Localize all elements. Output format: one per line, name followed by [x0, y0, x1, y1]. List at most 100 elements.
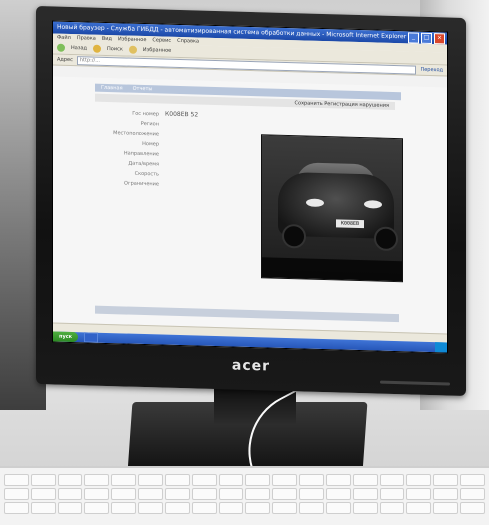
key[interactable]	[57, 488, 83, 500]
key[interactable]	[191, 502, 217, 514]
key[interactable]	[111, 474, 137, 486]
page-footer-bar	[95, 305, 399, 323]
key[interactable]	[299, 474, 324, 486]
value-limit	[165, 180, 255, 193]
tab-reports[interactable]: Отчеты	[133, 85, 153, 94]
key[interactable]	[4, 488, 29, 500]
keyboard	[0, 466, 489, 525]
window-controls: _ □ ×	[408, 31, 447, 45]
key[interactable]	[406, 474, 432, 486]
photo-caption	[262, 257, 402, 282]
key[interactable]	[218, 474, 244, 486]
key[interactable]	[433, 474, 459, 486]
key[interactable]	[57, 474, 83, 486]
menu-help[interactable]: Справка	[177, 37, 199, 46]
key[interactable]	[164, 488, 190, 500]
maximize-icon[interactable]: □	[421, 32, 432, 45]
key[interactable]	[111, 488, 137, 500]
key[interactable]	[299, 502, 324, 514]
key[interactable]	[460, 474, 485, 486]
start-button[interactable]: пуск	[53, 331, 79, 343]
key[interactable]	[272, 474, 298, 486]
key[interactable]	[433, 488, 459, 500]
taskbar-item[interactable]	[84, 332, 99, 343]
key[interactable]	[379, 488, 405, 500]
car-wheel-left	[282, 223, 306, 249]
car-headlight-right	[364, 200, 382, 209]
key[interactable]	[191, 488, 217, 500]
key[interactable]	[191, 474, 217, 486]
label-limit: Ограничение	[124, 180, 159, 188]
menu-file[interactable]: Файл	[57, 34, 71, 42]
page-footer-row	[95, 292, 395, 308]
toolbar-search-label[interactable]: Поиск	[107, 46, 123, 52]
key[interactable]	[433, 502, 459, 514]
monitor-screen: Новый браузер - Служба ГИБДД - автоматиз…	[52, 20, 448, 354]
toolbar-favorites-label[interactable]: Избранное	[143, 47, 171, 54]
address-label: Адрес	[57, 56, 73, 64]
key[interactable]	[84, 474, 110, 486]
keyboard-row	[4, 502, 485, 514]
car-license-plate: К008ЕВ	[336, 219, 364, 229]
go-button[interactable]: Переход	[420, 67, 443, 74]
key[interactable]	[379, 474, 405, 486]
key[interactable]	[325, 474, 351, 486]
form-values: К008ЕВ 52	[165, 110, 255, 193]
monitor: Новый браузер - Служба ГИБДД - автоматиз…	[36, 5, 466, 397]
keyboard-row	[4, 488, 485, 500]
minimize-icon[interactable]: _	[408, 32, 419, 44]
key[interactable]	[138, 502, 163, 514]
menu-tools[interactable]: Сервис	[152, 36, 171, 45]
key[interactable]	[218, 488, 244, 500]
key[interactable]	[406, 488, 432, 500]
key[interactable]	[460, 488, 485, 500]
key[interactable]	[299, 488, 324, 500]
monitor-brand-logo: acer	[231, 357, 271, 375]
favorites-icon[interactable]	[128, 45, 137, 54]
key[interactable]	[164, 502, 190, 514]
vehicle-photo[interactable]: К008ЕВ	[261, 134, 403, 283]
menu-view[interactable]: Вид	[102, 35, 112, 43]
search-icon[interactable]	[93, 44, 102, 53]
key[interactable]	[138, 488, 163, 500]
car-wheel-right	[374, 226, 398, 252]
key[interactable]	[138, 474, 163, 486]
key[interactable]	[352, 488, 378, 500]
key[interactable]	[57, 502, 83, 514]
close-icon[interactable]: ×	[434, 33, 445, 45]
form-labels: Гос номер Регион Местоположение Номер На…	[103, 108, 159, 190]
key[interactable]	[245, 488, 271, 500]
key[interactable]	[245, 502, 271, 514]
toolbar-back-label[interactable]: Назад	[71, 45, 87, 51]
key[interactable]	[4, 474, 29, 486]
key[interactable]	[84, 502, 110, 514]
subbar-actions[interactable]: Сохранить Регистрация нарушения	[295, 99, 389, 110]
key[interactable]	[325, 502, 351, 514]
key[interactable]	[218, 502, 244, 514]
key[interactable]	[352, 474, 378, 486]
menu-edit[interactable]: Правка	[77, 34, 96, 43]
key[interactable]	[30, 474, 56, 486]
key[interactable]	[406, 502, 432, 514]
key[interactable]	[352, 502, 378, 514]
key[interactable]	[325, 488, 351, 500]
key[interactable]	[245, 474, 271, 486]
key[interactable]	[30, 502, 56, 514]
tab-main[interactable]: Главная	[101, 84, 123, 93]
keyboard-row	[4, 474, 485, 486]
key[interactable]	[460, 502, 485, 514]
key[interactable]	[111, 502, 137, 514]
key[interactable]	[379, 502, 405, 514]
key[interactable]	[4, 502, 29, 514]
key[interactable]	[272, 488, 298, 500]
key[interactable]	[272, 502, 298, 514]
menu-favorites[interactable]: Избранное	[118, 35, 146, 44]
web-page: Главная Отчеты Сохранить Регистрация нар…	[53, 76, 447, 335]
key[interactable]	[84, 488, 110, 500]
key[interactable]	[30, 488, 56, 500]
photo-scene: Новый браузер - Служба ГИБДД - автоматиз…	[0, 0, 489, 525]
monitor-buttons[interactable]	[380, 380, 450, 386]
back-icon[interactable]	[57, 43, 65, 52]
taskbar-clock	[435, 342, 447, 353]
key[interactable]	[164, 474, 190, 486]
